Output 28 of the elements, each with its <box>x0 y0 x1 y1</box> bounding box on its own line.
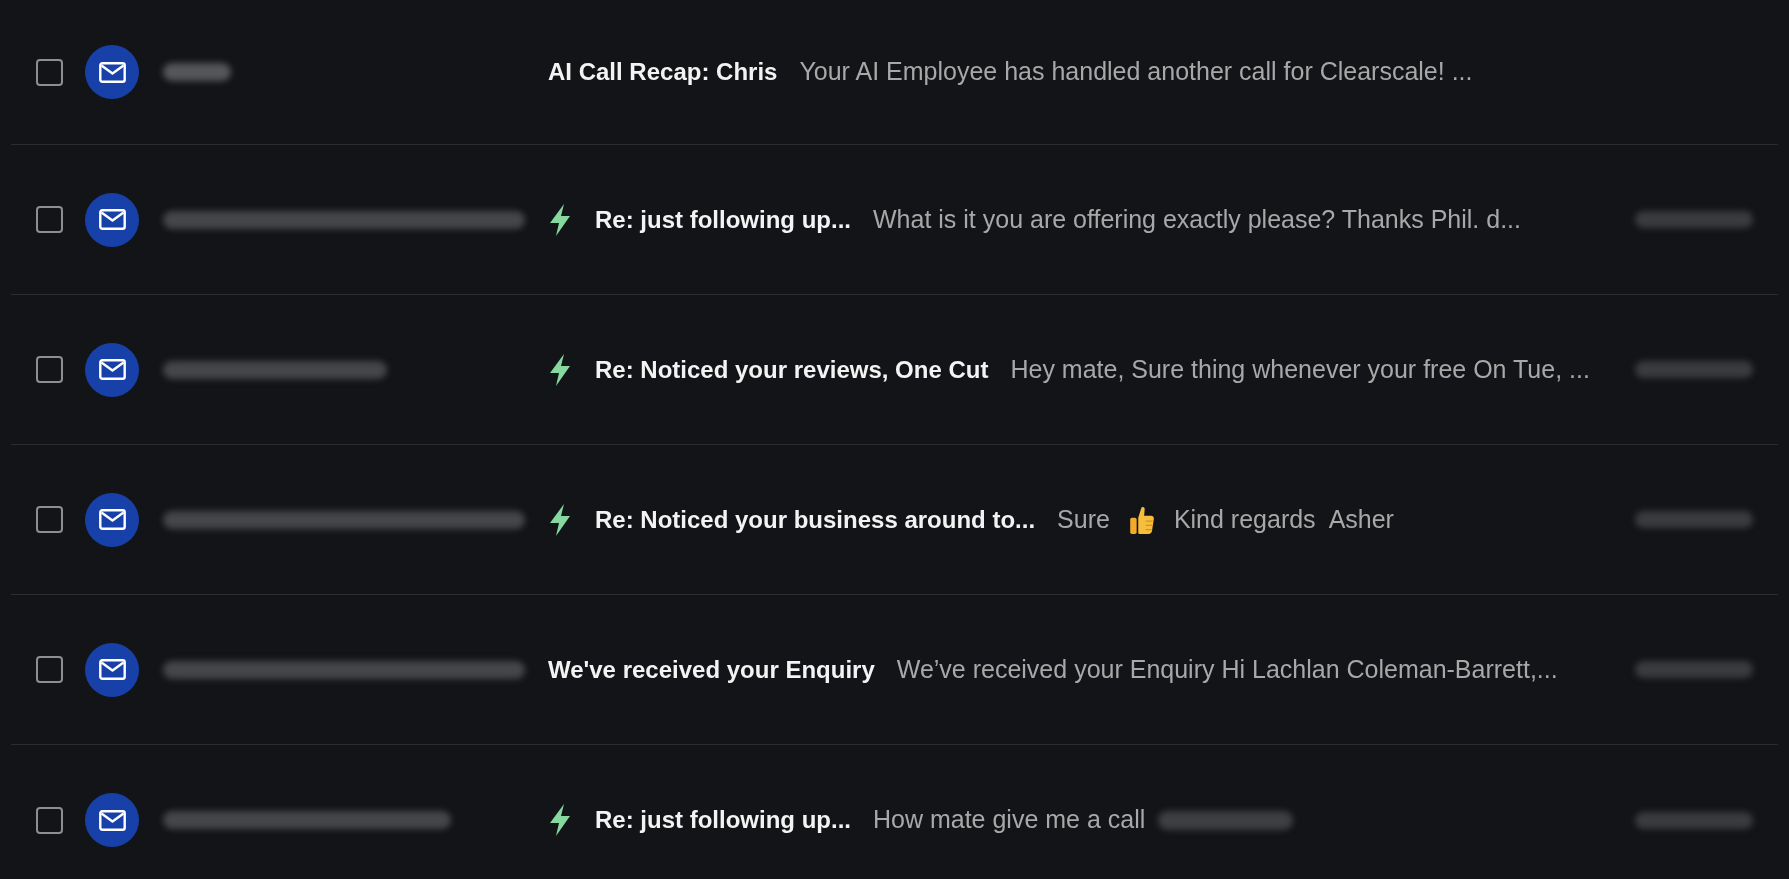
email-subject: We've received your Enquiry <box>548 654 875 685</box>
email-subject: Re: just following up... <box>595 805 851 835</box>
envelope-icon <box>85 342 139 397</box>
email-preview: Hey mate, Sure thing whenever your free On Tue, ... <box>1010 353 1590 385</box>
email-subject: AI Call Recap: Chris <box>548 57 778 87</box>
email-preview: Sure <box>1057 503 1110 535</box>
checkbox[interactable] <box>36 506 63 533</box>
email-preview: Your AI Employee has handled another call for Clearscale! ... <box>799 56 1473 88</box>
email-subject: Re: Noticed your business around to... <box>595 504 1036 535</box>
envelope-icon <box>85 45 139 99</box>
envelope-icon <box>85 793 139 847</box>
envelope-icon <box>85 192 139 247</box>
checkbox[interactable] <box>36 58 63 86</box>
email-preview: How mate give me a call <box>873 804 1146 836</box>
envelope-icon <box>85 492 139 547</box>
checkbox[interactable] <box>36 356 63 383</box>
email-preview: Kind regards <box>1173 503 1316 535</box>
thumbs-up-icon <box>1128 504 1155 535</box>
checkbox[interactable] <box>36 206 63 233</box>
checkbox[interactable] <box>36 656 63 683</box>
email-preview: Asher <box>1328 503 1394 535</box>
blurred-text <box>163 63 231 81</box>
email-subject: Re: Noticed your reviews, One Cut <box>595 354 989 385</box>
checkbox[interactable] <box>36 806 63 834</box>
email-subject: Re: just following up... <box>595 204 851 235</box>
envelope-icon <box>85 642 139 697</box>
email-preview: We’ve received your Enquiry Hi Lachlan Coleman-Barrett,... <box>896 653 1558 685</box>
email-preview: What is it you are offering exactly please? Thanks Phil. d... <box>873 203 1521 235</box>
